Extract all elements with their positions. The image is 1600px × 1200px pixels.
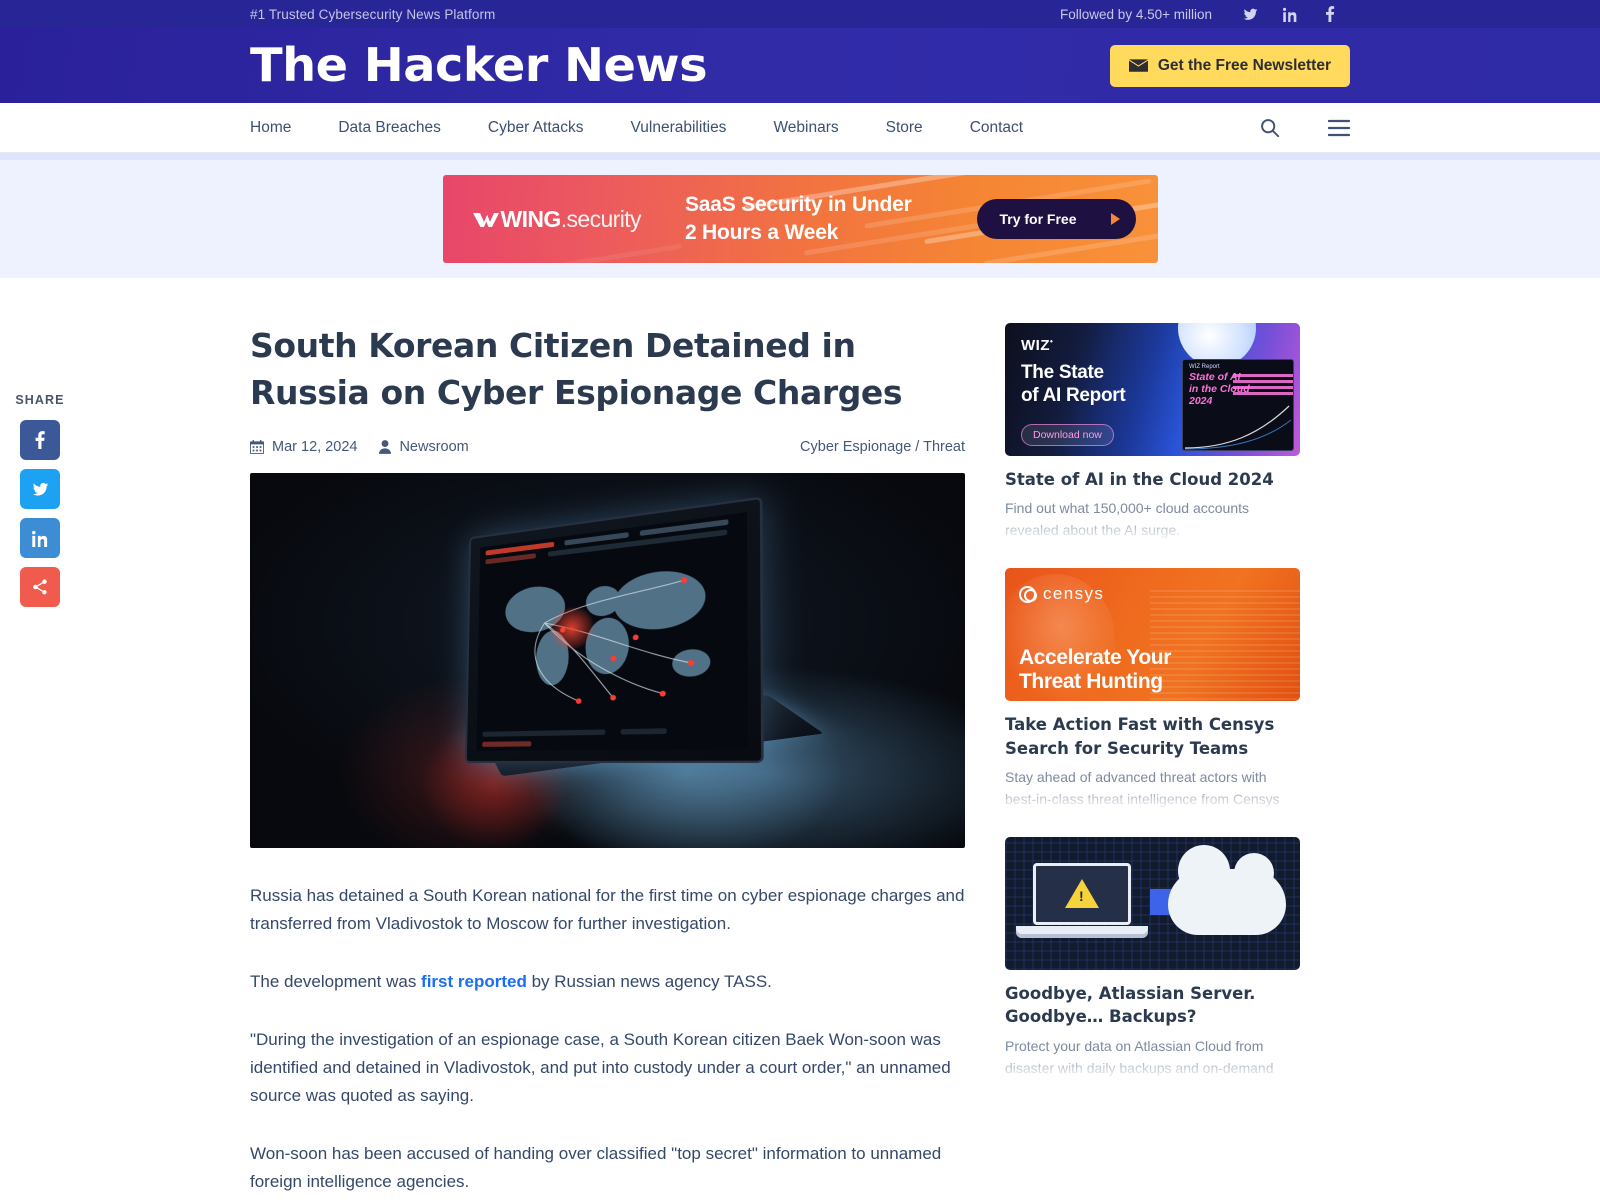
cloud-icon	[1168, 844, 1286, 935]
wiz-logo: WIZ•	[1021, 337, 1054, 354]
ad-headline: SaaS Security in Under 2 Hours a Week	[685, 191, 912, 246]
twitter-icon[interactable]	[1230, 7, 1270, 22]
advertisement-band: WING .security SaaS Security in Under 2 …	[0, 153, 1600, 278]
nav-item-store[interactable]: Store	[886, 119, 948, 137]
calendar-icon	[250, 439, 264, 454]
ad-brand-logo: WING .security	[472, 205, 642, 233]
article-paragraph-2: The development was first reported by Ru…	[250, 968, 965, 996]
laptop-screen	[476, 511, 749, 751]
envelope-icon	[1128, 58, 1148, 73]
share-rail: SHARE	[10, 393, 70, 616]
laptop-illustration	[455, 496, 825, 823]
article-date-text: Mar 12, 2024	[272, 438, 358, 455]
censys-headline-line2: Threat Hunting	[1019, 670, 1163, 694]
article-paragraph-3: "During the investigation of an espionag…	[250, 1029, 951, 1105]
wiz-stripes	[1233, 374, 1293, 400]
article-column: South Korean Citizen Detained in Russia …	[250, 323, 965, 1200]
first-reported-link[interactable]: first reported	[421, 972, 527, 991]
article-meta-row: Mar 12, 2024 Newsroom Cyber Espionage / …	[250, 439, 965, 455]
sidebar-card-desc: Stay ahead of advanced threat actors wit…	[1005, 768, 1280, 807]
follower-count: Followed by 4.50+ million	[1060, 6, 1212, 22]
facebook-icon[interactable]	[1310, 6, 1350, 22]
ad-headline-line2: 2 Hours a Week	[684, 221, 839, 244]
site-masthead: The Hacker News Get the Free Newsletter	[0, 28, 1600, 103]
paragraph-2-before: The development was	[250, 971, 422, 991]
article-hero-image	[250, 472, 965, 848]
linkedin-icon[interactable]	[1270, 7, 1310, 22]
newsletter-button-label: Get the Free Newsletter	[1157, 56, 1331, 74]
censys-headline-line1: Accelerate Your	[1019, 645, 1171, 669]
nav-item-vulnerabilities[interactable]: Vulnerabilities	[631, 119, 752, 137]
hamburger-menu-icon[interactable]	[1316, 119, 1350, 137]
article-author: Newsroom	[379, 438, 469, 455]
sidebar-card-atlassian[interactable]: Goodbye, Atlassian Server. Goodbye… Back…	[1005, 836, 1300, 1080]
nav-item-webinars[interactable]: Webinars	[773, 119, 863, 137]
wing-mark-icon	[472, 206, 499, 227]
wiz-chart-curve	[1184, 405, 1292, 450]
wiz-report-device: WIZ Report State of AI in the Cloud 2024	[1182, 359, 1294, 451]
censys-mark-icon	[1019, 585, 1037, 603]
sidebar-card-wiz[interactable]: WIZ• The State of AI Report Download now…	[1005, 323, 1300, 542]
article-paragraph-1: Russia has detained a South Korean natio…	[250, 885, 965, 933]
wiz-headline-line2: of AI Report	[1021, 385, 1126, 407]
world-map-graphic	[483, 540, 741, 721]
nav-item-home[interactable]: Home	[250, 119, 316, 137]
sidebar-column: WIZ• The State of AI Report Download now…	[1005, 323, 1300, 1200]
sidebar-thumb-wiz: WIZ• The State of AI Report Download now…	[1005, 323, 1300, 456]
nav-item-contact[interactable]: Contact	[970, 119, 1048, 137]
article-paragraph-4: Won-soon has been accused of handing ove…	[250, 1144, 942, 1192]
ad-cta-label: Try for Free	[999, 211, 1077, 227]
user-icon	[379, 439, 392, 454]
share-more-button[interactable]	[20, 567, 60, 607]
nav-item-data-breaches[interactable]: Data Breaches	[338, 119, 466, 137]
sidebar-thumb-censys: censys Accelerate Your Threat Hunting	[1005, 568, 1300, 702]
laptop-warning-icon	[1016, 862, 1148, 941]
censys-logo-text: censys	[1043, 584, 1105, 604]
nav-links: Home Data Breaches Cyber Attacks Vulnera…	[250, 119, 1070, 137]
wiz-headline-line1: The State	[1021, 362, 1104, 383]
ad-cta-button[interactable]: Try for Free	[977, 199, 1136, 239]
search-icon[interactable]	[1247, 117, 1292, 138]
wiz-device-tag: WIZ Report	[1189, 364, 1220, 370]
censys-ad-headline: Accelerate Your Threat Hunting	[1019, 646, 1171, 696]
share-twitter-button[interactable]	[20, 469, 60, 509]
share-linkedin-button[interactable]	[20, 518, 60, 558]
nav-item-cyber-attacks[interactable]: Cyber Attacks	[488, 119, 609, 137]
share-facebook-button[interactable]	[20, 420, 60, 460]
newsletter-button[interactable]: Get the Free Newsletter	[1109, 44, 1350, 87]
sidebar-card-censys[interactable]: censys Accelerate Your Threat Hunting Ta…	[1005, 568, 1300, 811]
site-tagline: #1 Trusted Cybersecurity News Platform	[250, 6, 496, 22]
wiz-logo-text: WIZ	[1021, 337, 1050, 354]
article-category[interactable]: Cyber Espionage / Threat	[800, 439, 965, 455]
page-body: SHARE South Korean Citizen Detained in R…	[0, 278, 1600, 1200]
wiz-download-pill[interactable]: Download now	[1021, 424, 1114, 446]
main-navigation: Home Data Breaches Cyber Attacks Vulnera…	[0, 103, 1600, 153]
ad-headline-line1: SaaS Security in Under	[684, 193, 912, 217]
sidebar-card-desc: Protect your data on Atlassian Cloud fro…	[1005, 1037, 1274, 1076]
top-bar: #1 Trusted Cybersecurity News Platform F…	[0, 0, 1600, 28]
article-author-text: Newsroom	[399, 438, 469, 455]
laptop-lid	[465, 496, 764, 763]
share-label: SHARE	[15, 393, 65, 407]
site-logo[interactable]: The Hacker News	[250, 42, 708, 88]
wing-security-ad-banner[interactable]: WING .security SaaS Security in Under 2 …	[442, 175, 1158, 263]
sidebar-card-desc: Find out what 150,000+ cloud accounts re…	[1005, 500, 1250, 539]
ad-brand-name: WING	[500, 205, 562, 232]
sidebar-card-title[interactable]: State of AI in the Cloud 2024	[1005, 468, 1300, 491]
sidebar-card-title[interactable]: Take Action Fast with Censys Search for …	[1005, 713, 1300, 760]
paragraph-2-after: by Russian news agency TASS.	[526, 971, 772, 991]
play-arrow-icon	[1110, 213, 1120, 225]
page-title: South Korean Citizen Detained in Russia …	[250, 326, 903, 412]
sidebar-thumb-atlassian	[1005, 836, 1300, 970]
article-date: Mar 12, 2024	[250, 439, 357, 455]
wiz-ad-headline: The State of AI Report	[1021, 361, 1126, 407]
ad-brand-suffix: .security	[560, 205, 642, 232]
sidebar-card-title[interactable]: Goodbye, Atlassian Server. Goodbye… Back…	[1005, 982, 1300, 1029]
censys-logo: censys	[1019, 584, 1104, 604]
censys-monitors-graphic	[1150, 588, 1300, 701]
warning-triangle-icon	[1065, 879, 1099, 909]
